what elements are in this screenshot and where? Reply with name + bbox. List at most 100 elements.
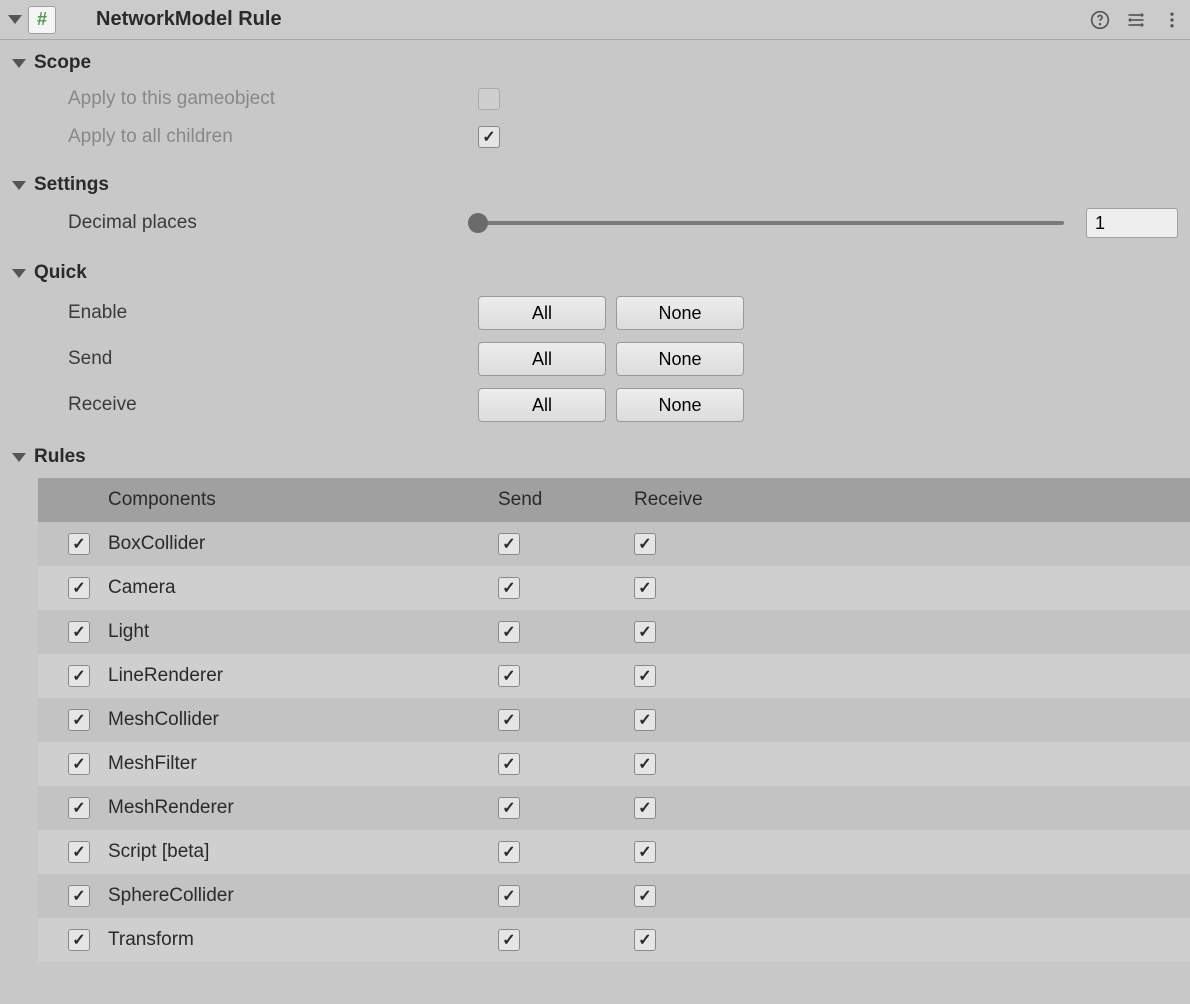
rule-enable-checkbox[interactable] xyxy=(68,841,90,863)
rule-name: MeshCollider xyxy=(108,709,498,731)
scope-section: Scope Apply to this gameobject Apply to … xyxy=(0,40,1190,162)
apply-children-checkbox[interactable] xyxy=(478,126,500,148)
rule-send-checkbox[interactable] xyxy=(498,841,520,863)
rule-enable-checkbox[interactable] xyxy=(68,665,90,687)
rule-send-checkbox[interactable] xyxy=(498,533,520,555)
rules-section: Rules Components Send Receive BoxCollide… xyxy=(0,434,1190,962)
apply-children-row: Apply to all children xyxy=(0,118,1190,156)
rules-row: Transform xyxy=(38,918,1190,962)
rule-enable-checkbox[interactable] xyxy=(68,621,90,643)
quick-section: Quick Enable All None Send All None Rece… xyxy=(0,250,1190,434)
rule-receive-checkbox[interactable] xyxy=(634,621,656,643)
chevron-down-icon xyxy=(12,181,26,190)
quick-all-button[interactable]: All xyxy=(478,388,606,422)
rule-name: BoxCollider xyxy=(108,533,498,555)
decimal-places-slider[interactable] xyxy=(478,221,1064,225)
apply-this-checkbox xyxy=(478,88,500,110)
component-header: # NetworkModel Rule xyxy=(0,0,1190,40)
slider-thumb[interactable] xyxy=(468,213,488,233)
quick-row: Receive All None xyxy=(0,382,1190,428)
component-title: NetworkModel Rule xyxy=(96,8,1090,31)
rule-name: Transform xyxy=(108,929,498,951)
rule-receive-checkbox[interactable] xyxy=(634,841,656,863)
scope-header[interactable]: Scope xyxy=(0,46,1190,80)
rules-row: Camera xyxy=(38,566,1190,610)
rule-receive-checkbox[interactable] xyxy=(634,665,656,687)
help-icon[interactable] xyxy=(1090,10,1110,30)
settings-title: Settings xyxy=(34,174,109,196)
quick-all-button[interactable]: All xyxy=(478,296,606,330)
rule-receive-checkbox[interactable] xyxy=(634,533,656,555)
rules-row: BoxCollider xyxy=(38,522,1190,566)
rule-enable-checkbox[interactable] xyxy=(68,577,90,599)
rule-name: MeshFilter xyxy=(108,753,498,775)
preset-icon[interactable] xyxy=(1126,10,1146,30)
collapse-arrow-icon[interactable] xyxy=(8,15,22,24)
rule-receive-checkbox[interactable] xyxy=(634,753,656,775)
rule-enable-checkbox[interactable] xyxy=(68,797,90,819)
rule-name: Light xyxy=(108,621,498,643)
rule-enable-checkbox[interactable] xyxy=(68,753,90,775)
quick-row: Send All None xyxy=(0,336,1190,382)
quick-row-label: Send xyxy=(68,348,478,370)
settings-header[interactable]: Settings xyxy=(0,168,1190,202)
quick-row-label: Receive xyxy=(68,394,478,416)
quick-title: Quick xyxy=(34,262,87,284)
rule-enable-checkbox[interactable] xyxy=(68,885,90,907)
script-icon: # xyxy=(28,6,56,34)
rule-receive-checkbox[interactable] xyxy=(634,885,656,907)
rules-row: Light xyxy=(38,610,1190,654)
hash-glyph: # xyxy=(37,9,47,30)
quick-none-button[interactable]: None xyxy=(616,296,744,330)
quick-row: Enable All None xyxy=(0,290,1190,336)
rule-name: SphereCollider xyxy=(108,885,498,907)
rule-send-checkbox[interactable] xyxy=(498,577,520,599)
rule-send-checkbox[interactable] xyxy=(498,621,520,643)
scope-title: Scope xyxy=(34,52,91,74)
rules-row: SphereCollider xyxy=(38,874,1190,918)
decimal-places-label: Decimal places xyxy=(68,212,478,234)
quick-none-button[interactable]: None xyxy=(616,388,744,422)
rule-enable-checkbox[interactable] xyxy=(68,533,90,555)
quick-all-button[interactable]: All xyxy=(478,342,606,376)
rule-send-checkbox[interactable] xyxy=(498,797,520,819)
rule-name: LineRenderer xyxy=(108,665,498,687)
rules-row: MeshCollider xyxy=(38,698,1190,742)
quick-none-button[interactable]: None xyxy=(616,342,744,376)
rules-row: LineRenderer xyxy=(38,654,1190,698)
rule-send-checkbox[interactable] xyxy=(498,709,520,731)
col-header-receive: Receive xyxy=(634,489,770,511)
settings-section: Settings Decimal places xyxy=(0,162,1190,250)
rule-enable-checkbox[interactable] xyxy=(68,929,90,951)
apply-children-label: Apply to all children xyxy=(68,126,478,148)
chevron-down-icon xyxy=(12,453,26,462)
decimal-places-input[interactable] xyxy=(1086,208,1178,238)
decimal-places-row: Decimal places xyxy=(0,202,1190,244)
kebab-menu-icon[interactable] xyxy=(1162,10,1182,30)
rules-table: Components Send Receive BoxCollider Came… xyxy=(38,478,1190,962)
col-header-components: Components xyxy=(108,489,498,511)
chevron-down-icon xyxy=(12,269,26,278)
chevron-down-icon xyxy=(12,59,26,68)
rule-send-checkbox[interactable] xyxy=(498,929,520,951)
rule-name: Camera xyxy=(108,577,498,599)
rule-send-checkbox[interactable] xyxy=(498,885,520,907)
rule-enable-checkbox[interactable] xyxy=(68,709,90,731)
rules-header[interactable]: Rules xyxy=(0,440,1190,474)
col-header-send: Send xyxy=(498,489,634,511)
quick-row-label: Enable xyxy=(68,302,478,324)
rule-send-checkbox[interactable] xyxy=(498,665,520,687)
apply-this-row: Apply to this gameobject xyxy=(0,80,1190,118)
apply-this-label: Apply to this gameobject xyxy=(68,88,478,110)
rules-row: MeshFilter xyxy=(38,742,1190,786)
rule-name: Script [beta] xyxy=(108,841,498,863)
rules-row: Script [beta] xyxy=(38,830,1190,874)
rule-name: MeshRenderer xyxy=(108,797,498,819)
rule-receive-checkbox[interactable] xyxy=(634,709,656,731)
rule-receive-checkbox[interactable] xyxy=(634,797,656,819)
rules-row: MeshRenderer xyxy=(38,786,1190,830)
rule-receive-checkbox[interactable] xyxy=(634,929,656,951)
quick-header[interactable]: Quick xyxy=(0,256,1190,290)
rule-receive-checkbox[interactable] xyxy=(634,577,656,599)
rule-send-checkbox[interactable] xyxy=(498,753,520,775)
